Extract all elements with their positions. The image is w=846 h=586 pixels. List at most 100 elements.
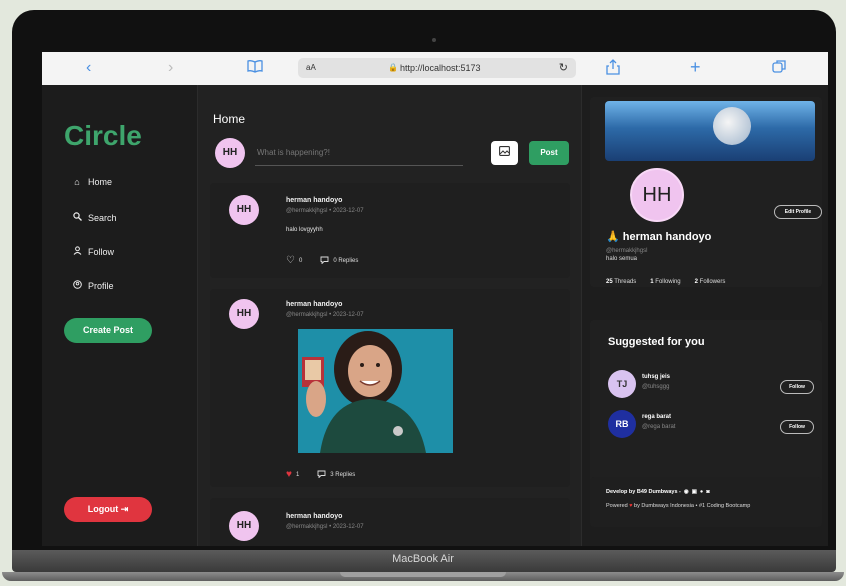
post-card[interactable]: HH herman handoyo @hermakkjhgsl • 2023-1…	[210, 183, 570, 278]
follow-button[interactable]: Follow	[780, 420, 814, 434]
app-logo[interactable]: Circle	[64, 120, 142, 152]
new-tab-icon[interactable]: +	[690, 58, 701, 76]
post-avatar[interactable]: HH	[229, 195, 259, 225]
sidebar-item-label: Follow	[88, 246, 115, 257]
profile-circle-icon	[72, 280, 82, 291]
suggested-name[interactable]: tuhsg jeis	[642, 374, 670, 380]
footer-powered: Powered ♥ by Dumbways Indonesia • #1 Cod…	[606, 503, 751, 509]
facebook-icon[interactable]: ●	[700, 489, 703, 495]
post-meta: @hermakkjhgsl • 2023-12-07	[286, 208, 364, 214]
sidebar-item-search[interactable]: Search	[72, 212, 117, 223]
logout-button[interactable]: Logout ⇥	[64, 497, 152, 522]
github-icon[interactable]: ◉	[684, 489, 689, 495]
url-text: http://localhost:5173	[400, 63, 481, 73]
post-actions: ♥ 1 3 Replies	[286, 469, 355, 480]
forward-icon[interactable]: ›	[168, 59, 173, 77]
compose-input[interactable]: What is happening?!	[255, 140, 463, 166]
sidebar: Circle ⌂ Home Search Follow Profile Crea…	[42, 85, 197, 546]
threads-stat[interactable]: 25 Threads	[606, 279, 636, 285]
person-icon	[72, 246, 82, 257]
create-post-button[interactable]: Create Post	[64, 318, 152, 343]
sidebar-item-home[interactable]: ⌂ Home	[72, 177, 112, 187]
post-author-name[interactable]: herman handoyo	[286, 197, 342, 204]
heart-icon[interactable]: ♡	[286, 255, 295, 266]
camera	[432, 38, 436, 42]
like-count: 1	[295, 471, 300, 478]
sidebar-item-follow[interactable]: Follow	[72, 246, 114, 257]
followers-stat[interactable]: 2 Followers	[695, 279, 726, 285]
profile-handle: @hermakkjhgsl	[606, 248, 648, 254]
instagram-icon[interactable]: ◙	[706, 489, 709, 495]
reply-count[interactable]: 0 Replies	[333, 258, 358, 264]
heart-filled-icon[interactable]: ♥	[286, 469, 292, 480]
profile-name: herman handoyo	[622, 231, 712, 243]
profile-bio: halo semua	[606, 256, 638, 262]
reply-icon[interactable]	[320, 256, 329, 266]
profile-stats: 25 Threads 1 Following 2 Followers	[606, 279, 725, 285]
sidebar-item-profile[interactable]: Profile	[72, 280, 114, 291]
post-image[interactable]	[298, 329, 453, 453]
like-count: 0	[298, 257, 303, 264]
logout-label: Logout	[87, 504, 119, 514]
book-icon[interactable]	[247, 59, 263, 78]
reply-icon[interactable]	[317, 470, 326, 480]
profile-name-row: 🙏 herman handoyo	[606, 230, 711, 243]
image-upload-button[interactable]	[491, 141, 518, 165]
post-handle: @hermakkjhgsl	[286, 524, 328, 530]
screen: ‹ › aA 🔒 http://localhost:5173 ↻ + Circl…	[42, 52, 828, 546]
post-handle: @hermakkjhgsl	[286, 312, 328, 318]
footer-card: Develop by B49 Dumbways - ◉ ▣ ● ◙ Powere…	[590, 477, 822, 527]
tabs-icon[interactable]	[772, 59, 787, 79]
post-button[interactable]: Post	[529, 141, 569, 165]
reload-icon[interactable]: ↻	[559, 58, 568, 78]
suggested-card: Suggested for you TJ tuhsg jeis @tuhsggg…	[590, 320, 822, 485]
browser-toolbar: ‹ › aA 🔒 http://localhost:5173 ↻ +	[42, 52, 828, 85]
post-avatar[interactable]: HH	[229, 511, 259, 541]
sidebar-item-label: Profile	[88, 280, 114, 291]
post-actions: ♡ 0 0 Replies	[286, 255, 358, 266]
device-label: MacBook Air	[392, 553, 454, 565]
text-size-button[interactable]: aA	[306, 58, 316, 78]
composer-avatar: HH	[215, 138, 245, 168]
image-icon	[499, 146, 510, 159]
post-date: 2023-12-07	[332, 312, 364, 318]
heart-icon: ♥	[629, 503, 633, 509]
post-author-name[interactable]: herman handoyo	[286, 513, 342, 520]
moon-image	[713, 107, 751, 145]
reply-count[interactable]: 3 Replies	[330, 472, 355, 478]
laptop-bezel: ‹ › aA 🔒 http://localhost:5173 ↻ + Circl…	[12, 10, 836, 558]
suggested-name[interactable]: rega barat	[642, 414, 671, 420]
post-card[interactable]: HH herman handoyo @hermakkjhgsl • 2023-1…	[210, 498, 570, 546]
house-icon: ⌂	[74, 177, 80, 187]
feed: Home HH What is happening?! Post HH herm…	[197, 85, 582, 546]
profile-banner	[605, 101, 815, 161]
share-icon[interactable]	[606, 59, 620, 80]
post-date: 2023-12-07	[332, 524, 364, 530]
address-bar[interactable]: aA 🔒 http://localhost:5173 ↻	[298, 58, 576, 78]
linkedin-icon[interactable]: ▣	[692, 489, 697, 495]
post-meta: @hermakkjhgsl • 2023-12-07	[286, 312, 364, 318]
suggested-handle: @tuhsggg	[642, 384, 670, 390]
edit-profile-button[interactable]: Edit Profile	[774, 205, 822, 219]
suggested-avatar[interactable]: TJ	[608, 370, 636, 398]
following-stat[interactable]: 1 Following	[650, 279, 680, 285]
post-avatar[interactable]: HH	[229, 299, 259, 329]
laptop-notch	[340, 572, 506, 577]
post-meta: @hermakkjhgsl • 2023-12-07	[286, 524, 364, 530]
search-icon	[72, 212, 82, 223]
post-author-name[interactable]: herman handoyo	[286, 301, 342, 308]
lock-icon: 🔒	[388, 63, 398, 72]
praying-hands-icon: 🙏	[606, 231, 620, 243]
profile-card: HH Edit Profile 🙏 herman handoyo @hermak…	[590, 97, 822, 287]
post-handle: @hermakkjhgsl	[286, 208, 328, 214]
logout-icon: ⇥	[120, 504, 129, 514]
post-date: 2023-12-07	[332, 208, 364, 214]
footer-line: Develop by B49 Dumbways - ◉ ▣ ● ◙	[606, 489, 710, 495]
suggested-avatar[interactable]: RB	[608, 410, 636, 438]
sidebar-item-label: Home	[88, 177, 113, 187]
profile-avatar[interactable]: HH	[630, 168, 684, 222]
app: Circle ⌂ Home Search Follow Profile Crea…	[42, 85, 828, 546]
post-text: halo lovgyyhh	[286, 227, 323, 233]
back-icon[interactable]: ‹	[86, 59, 91, 77]
follow-button[interactable]: Follow	[780, 380, 814, 394]
